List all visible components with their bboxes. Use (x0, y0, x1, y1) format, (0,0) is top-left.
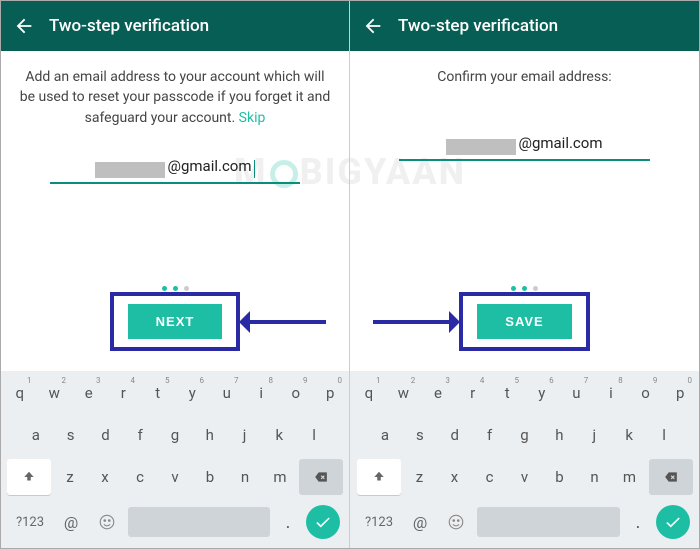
screen-add-email: Two-step verification Add an email addre… (1, 1, 350, 548)
key-r[interactable]: r4 (457, 375, 489, 411)
key-m[interactable]: m (614, 459, 646, 495)
page-indicator (1, 286, 349, 291)
key-d[interactable]: d (90, 417, 122, 453)
key-q[interactable]: q1 (4, 375, 36, 411)
symbols-key[interactable]: ?123 (359, 506, 399, 538)
key-f[interactable]: f (474, 417, 506, 453)
key-n[interactable]: n (229, 459, 261, 495)
save-button[interactable]: SAVE (477, 304, 571, 339)
annotation-frame: NEXT (110, 292, 241, 351)
key-a[interactable]: a (369, 417, 401, 453)
key-g[interactable]: g (159, 417, 191, 453)
key-x[interactable]: x (439, 459, 471, 495)
key-l[interactable]: l (298, 417, 330, 453)
email-field[interactable]: @gmail.com (50, 156, 300, 184)
appbar-title: Two-step verification (49, 16, 209, 36)
key-h[interactable]: h (543, 417, 575, 453)
key-p[interactable]: p0 (664, 375, 696, 411)
key-n[interactable]: n (579, 459, 611, 495)
key-t[interactable]: t5 (142, 375, 174, 411)
key-p[interactable]: p0 (315, 375, 347, 411)
content-area: Add an email address to your account whi… (1, 51, 349, 371)
key-y[interactable]: y6 (177, 375, 209, 411)
key-v[interactable]: v (509, 459, 541, 495)
key-u[interactable]: u7 (211, 375, 243, 411)
key-w[interactable]: w2 (388, 375, 420, 411)
key-r[interactable]: r4 (108, 375, 140, 411)
period-key[interactable]: . (276, 512, 300, 533)
next-button[interactable]: NEXT (128, 304, 223, 339)
key-h[interactable]: h (194, 417, 226, 453)
screen-confirm-email: Two-step verification Confirm your email… (350, 1, 699, 548)
redacted-email-prefix (446, 139, 516, 155)
back-icon[interactable] (362, 15, 384, 37)
appbar: Two-step verification (350, 1, 699, 51)
appbar-title: Two-step verification (398, 16, 558, 36)
key-b[interactable]: b (194, 459, 226, 495)
redacted-email-prefix (95, 162, 165, 178)
appbar: Two-step verification (1, 1, 349, 51)
annotation-arrow-icon (246, 320, 326, 324)
soft-keyboard[interactable]: q1w2e3r4t5y6u7i8o9p0 asdfghjkl zxcvbnm ?123… (350, 371, 699, 548)
key-k[interactable]: k (613, 417, 645, 453)
space-key[interactable] (128, 507, 270, 537)
key-o[interactable]: o9 (630, 375, 662, 411)
backspace-key[interactable] (649, 459, 693, 495)
annotation-arrow-icon (373, 320, 453, 324)
key-e[interactable]: e3 (73, 375, 105, 411)
soft-keyboard[interactable]: q1w2e3r4t5y6u7i8o9p0 asdfghjkl zxcvbnm ?123… (1, 371, 349, 548)
key-m[interactable]: m (264, 459, 296, 495)
shift-key[interactable] (7, 459, 51, 495)
backspace-key[interactable] (299, 459, 343, 495)
symbols-key[interactable]: ?123 (10, 506, 50, 538)
key-w[interactable]: w2 (39, 375, 71, 411)
at-key[interactable]: @ (56, 506, 86, 538)
key-u[interactable]: u7 (561, 375, 593, 411)
key-d[interactable]: d (439, 417, 471, 453)
key-k[interactable]: k (263, 417, 295, 453)
key-z[interactable]: z (404, 459, 436, 495)
key-t[interactable]: t5 (491, 375, 523, 411)
email-visible-text: @gmail.com (518, 133, 602, 155)
key-l[interactable]: l (648, 417, 680, 453)
back-icon[interactable] (13, 15, 35, 37)
email-field[interactable]: @gmail.com (399, 133, 649, 161)
key-a[interactable]: a (20, 417, 52, 453)
key-j[interactable]: j (229, 417, 261, 453)
key-e[interactable]: e3 (422, 375, 454, 411)
period-key[interactable]: . (626, 512, 650, 533)
skip-link[interactable]: Skip (239, 110, 266, 126)
enter-key[interactable] (306, 505, 340, 539)
key-f[interactable]: f (124, 417, 156, 453)
key-c[interactable]: c (124, 459, 156, 495)
instruction-text: Add an email address to your account whi… (19, 67, 331, 128)
key-s[interactable]: s (404, 417, 436, 453)
key-i[interactable]: i8 (595, 375, 627, 411)
enter-key[interactable] (656, 505, 690, 539)
key-g[interactable]: g (509, 417, 541, 453)
page-indicator (350, 286, 699, 291)
annotation-frame: SAVE (459, 292, 589, 351)
emoji-key[interactable] (441, 506, 471, 538)
key-x[interactable]: x (89, 459, 121, 495)
email-visible-text: @gmail.com (167, 156, 251, 178)
content-area: Confirm your email address: @gmail.com S… (350, 51, 699, 371)
key-j[interactable]: j (578, 417, 610, 453)
key-c[interactable]: c (474, 459, 506, 495)
instruction-text: Confirm your email address: (368, 67, 681, 87)
key-i[interactable]: i8 (246, 375, 278, 411)
key-s[interactable]: s (55, 417, 87, 453)
key-y[interactable]: y6 (526, 375, 558, 411)
at-key[interactable]: @ (405, 506, 435, 538)
key-v[interactable]: v (159, 459, 191, 495)
emoji-key[interactable] (92, 506, 122, 538)
text-cursor (254, 160, 255, 178)
space-key[interactable] (477, 507, 620, 537)
key-z[interactable]: z (54, 459, 86, 495)
key-q[interactable]: q1 (353, 375, 385, 411)
shift-key[interactable] (357, 459, 401, 495)
key-b[interactable]: b (544, 459, 576, 495)
key-o[interactable]: o9 (280, 375, 312, 411)
